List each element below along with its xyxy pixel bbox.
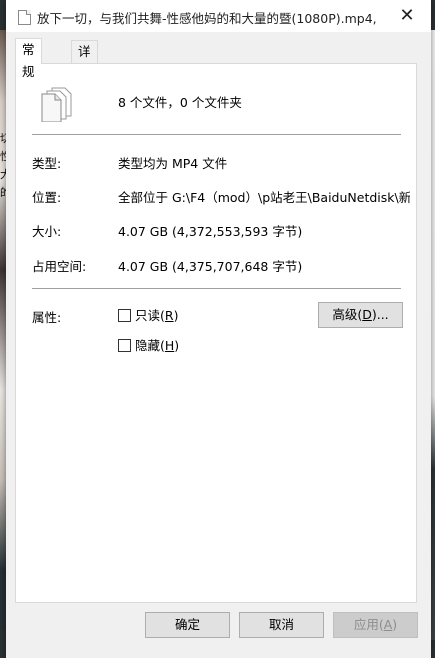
separator <box>32 134 401 135</box>
type-label: 类型: <box>32 156 62 171</box>
separator <box>32 288 401 289</box>
advanced-button[interactable]: 高级(D)... <box>318 302 403 328</box>
hidden-text: 隐藏( <box>135 338 165 353</box>
advanced-text-end: )... <box>371 307 389 322</box>
location-value: 全部位于 G:\F4（mod）\p站老王\BaiduNetdisk\新建 <box>118 190 410 205</box>
size-value: 4.07 GB (4,372,553,593 字节) <box>118 224 303 239</box>
close-button[interactable]: ✕ <box>393 4 421 28</box>
file-icon <box>18 10 31 25</box>
cancel-button[interactable]: 取消 <box>239 612 324 638</box>
apply-button[interactable]: 应用(A) <box>333 612 418 638</box>
general-tab-panel: 8 个文件，0 个文件夹 类型: 类型均为 MP4 文件 位置: 全部位于 G:… <box>15 63 417 603</box>
apply-text: 应用( <box>353 617 384 632</box>
readonly-checkbox[interactable]: 只读(R) <box>118 308 178 324</box>
readonly-accel-key: R <box>164 308 174 323</box>
multiple-files-icon <box>41 87 72 122</box>
title-bar[interactable]: 放下一切，与我们共舞-性感他妈的和大量的暨(1080P).mp4, ... ✕ <box>6 0 431 32</box>
properties-dialog: 放下一切，与我们共舞-性感他妈的和大量的暨(1080P).mp4, ... ✕ … <box>6 0 431 658</box>
checkbox-box[interactable] <box>118 339 131 352</box>
apply-text-end: ) <box>392 617 398 632</box>
hidden-text-end: ) <box>174 338 180 353</box>
ok-button[interactable]: 确定 <box>145 612 230 638</box>
tab-details[interactable]: 详细信息 <box>71 40 98 125</box>
apply-accel-key: A <box>383 617 393 632</box>
disk-usage-label: 占用空间: <box>32 259 87 274</box>
window-title: 放下一切，与我们共舞-性感他妈的和大量的暨(1080P).mp4, ... <box>37 11 382 26</box>
hidden-checkbox[interactable]: 隐藏(H) <box>118 338 179 354</box>
type-value: 类型均为 MP4 文件 <box>118 156 228 171</box>
hidden-accel-key: H <box>164 338 175 353</box>
readonly-text-end: ) <box>173 308 179 323</box>
tab-general[interactable]: 常规 <box>15 38 42 79</box>
advanced-text: 高级( <box>332 307 363 322</box>
advanced-accel-key: D <box>362 307 372 322</box>
attributes-label: 属性: <box>32 310 62 325</box>
location-label: 位置: <box>32 190 62 205</box>
selection-summary: 8 个文件，0 个文件夹 <box>118 95 242 110</box>
checkbox-box[interactable] <box>118 309 131 322</box>
size-label: 大小: <box>32 224 62 239</box>
disk-usage-value: 4.07 GB (4,375,707,648 字节) <box>118 259 303 274</box>
readonly-text: 只读( <box>135 308 165 323</box>
